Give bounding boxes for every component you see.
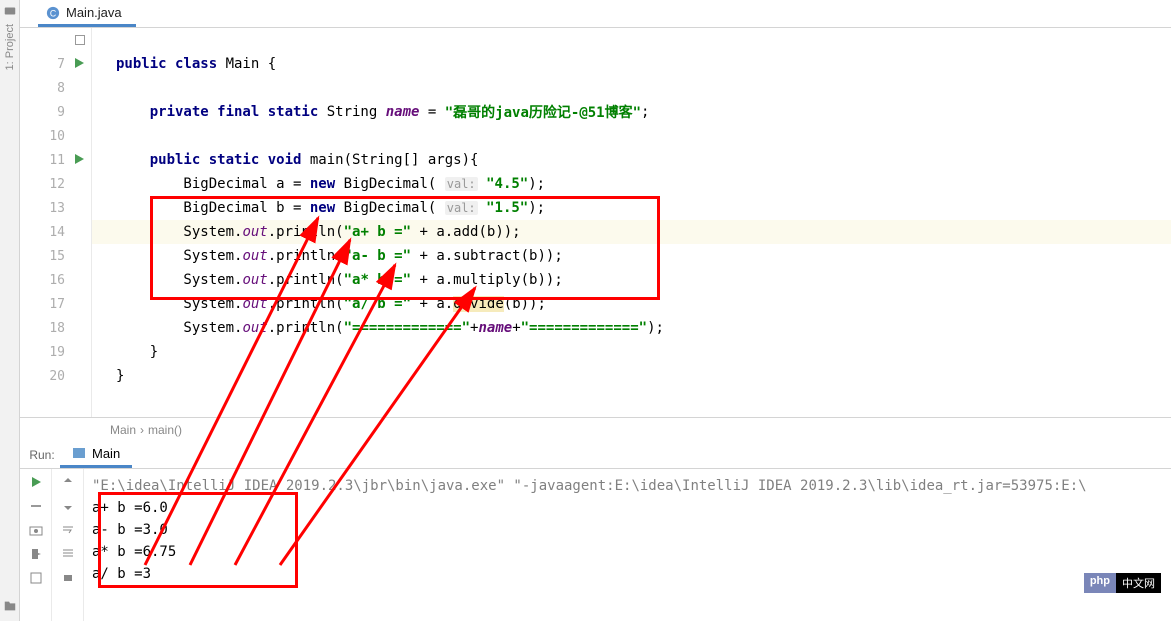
run-header: Run: Main bbox=[20, 441, 1171, 469]
scroll-icon[interactable] bbox=[61, 547, 75, 561]
tab-label: Main.java bbox=[66, 5, 122, 20]
tab-main-java[interactable]: C Main.java bbox=[38, 1, 136, 27]
line-gutter: 7 8 9 10 11 12 13 14 15 16 17 18 19 20 bbox=[20, 28, 92, 417]
run-icon[interactable] bbox=[29, 475, 43, 489]
run-tab-label: Main bbox=[92, 446, 120, 461]
stop-icon[interactable] bbox=[29, 499, 43, 513]
code-area[interactable]: public class Main { private final static… bbox=[92, 28, 1171, 417]
run-panel: Run: Main bbox=[20, 441, 1171, 621]
main-column: C Main.java 7 8 9 10 11 12 13 14 15 16 1… bbox=[20, 0, 1171, 621]
badge-left: php bbox=[1084, 573, 1116, 593]
crumb-class[interactable]: Main bbox=[110, 423, 136, 437]
ant-icon bbox=[3, 4, 17, 18]
run-toolbar-primary bbox=[20, 469, 52, 621]
console-line: a- b =3.0 bbox=[92, 519, 1163, 541]
watermark-badge: php 中文网 bbox=[1084, 573, 1161, 593]
up-icon[interactable] bbox=[61, 475, 75, 489]
run-tab[interactable]: Main bbox=[60, 441, 132, 468]
badge-right: 中文网 bbox=[1116, 573, 1161, 593]
editor-tabs: C Main.java bbox=[20, 0, 1171, 28]
editor: 7 8 9 10 11 12 13 14 15 16 17 18 19 20 p… bbox=[20, 28, 1171, 417]
console-line: a+ b =6.0 bbox=[92, 497, 1163, 519]
console-line: a/ b =3 bbox=[92, 563, 1163, 585]
svg-text:C: C bbox=[50, 8, 56, 18]
folder-icon[interactable] bbox=[3, 599, 17, 613]
left-tool-rail: 1: Project bbox=[0, 0, 20, 621]
layout-icon[interactable] bbox=[29, 571, 43, 585]
java-class-icon: C bbox=[46, 6, 60, 20]
run-label: Run: bbox=[20, 448, 60, 462]
console-cmd: "E:\idea\IntelliJ IDEA 2019.2.3\jbr\bin\… bbox=[92, 475, 1163, 497]
run-config-icon bbox=[72, 446, 86, 460]
app-root: 1: Project C Main.java 7 8 9 10 11 12 13… bbox=[0, 0, 1171, 621]
exit-icon[interactable] bbox=[29, 547, 43, 561]
crumb-method[interactable]: main() bbox=[148, 423, 182, 437]
crumb-sep: › bbox=[140, 423, 144, 437]
console-output[interactable]: "E:\idea\IntelliJ IDEA 2019.2.3\jbr\bin\… bbox=[84, 469, 1171, 621]
run-gutter-icon[interactable] bbox=[73, 153, 85, 165]
camera-icon[interactable] bbox=[29, 523, 43, 537]
project-tool-label[interactable]: 1: Project bbox=[4, 24, 16, 70]
print-icon[interactable] bbox=[61, 571, 75, 585]
console-line: a* b =6.75 bbox=[92, 541, 1163, 563]
breakpoint-cell[interactable] bbox=[75, 35, 85, 45]
run-gutter-icon[interactable] bbox=[73, 57, 85, 69]
wrap-icon[interactable] bbox=[61, 523, 75, 537]
down-icon[interactable] bbox=[61, 499, 75, 513]
breadcrumb: Main › main() bbox=[20, 417, 1171, 441]
run-body: "E:\idea\IntelliJ IDEA 2019.2.3\jbr\bin\… bbox=[20, 469, 1171, 621]
run-toolbar-secondary bbox=[52, 469, 84, 621]
